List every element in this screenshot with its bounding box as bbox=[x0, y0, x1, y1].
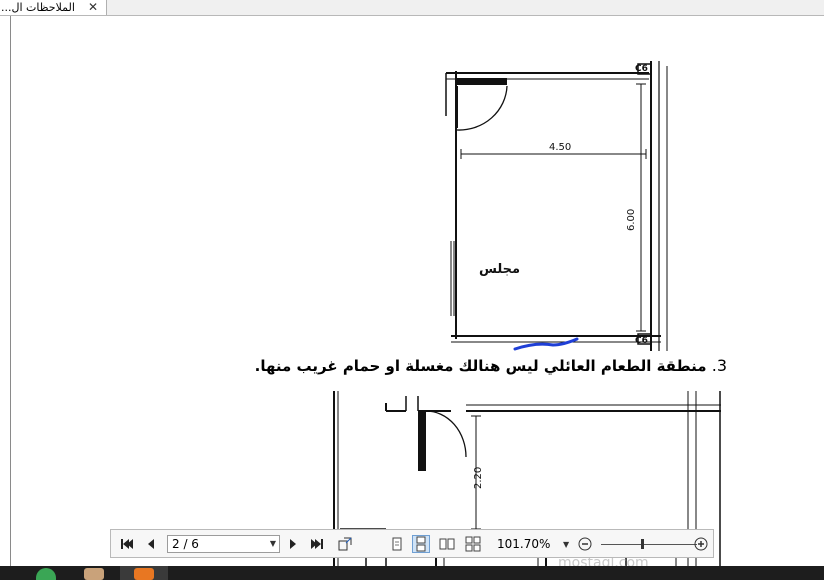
user-app-icon[interactable] bbox=[84, 568, 104, 580]
document-page: C6 C6 4.50 6.00 مجلس 3. منطقة الطعام الع… bbox=[11, 16, 824, 566]
two-page-icon[interactable] bbox=[439, 536, 455, 552]
page-number-select[interactable]: 2 / 6 ▼ bbox=[167, 535, 280, 553]
navigation-toolbar: 2 / 6 ▼ 101.70% ▼ bbox=[110, 529, 714, 558]
zoom-in-icon[interactable] bbox=[693, 536, 709, 552]
two-page-continuous-icon[interactable] bbox=[465, 536, 481, 552]
active-task-pdf-reader[interactable] bbox=[120, 566, 168, 580]
browser-icon[interactable] bbox=[36, 568, 56, 580]
continuous-page-icon[interactable] bbox=[412, 535, 430, 553]
taskbar bbox=[0, 566, 824, 580]
previous-page-icon[interactable] bbox=[143, 536, 159, 552]
page-indicator: 2 / 6 bbox=[172, 537, 199, 551]
blue-annotation-stroke bbox=[513, 337, 579, 351]
zoom-slider[interactable] bbox=[601, 544, 697, 545]
document-tab[interactable]: ...الملاحظات ال ✕ bbox=[0, 0, 107, 15]
last-page-icon[interactable] bbox=[309, 536, 325, 552]
chevron-down-icon[interactable]: ▼ bbox=[270, 536, 276, 552]
column-tag-top: C6 bbox=[635, 64, 648, 74]
pdf-reader-icon bbox=[134, 568, 154, 580]
zoom-slider-thumb[interactable] bbox=[641, 539, 644, 549]
dining-dimension: 2.20 bbox=[473, 467, 484, 489]
zoom-out-icon[interactable] bbox=[577, 536, 593, 552]
caption-text: منطقة الطعام العائلي ليس هنالك مغسلة او … bbox=[254, 357, 707, 375]
first-page-icon[interactable] bbox=[119, 536, 135, 552]
next-page-icon[interactable] bbox=[285, 536, 301, 552]
width-dimension: 4.50 bbox=[549, 142, 571, 153]
single-page-icon[interactable] bbox=[389, 536, 405, 552]
floor-plan-majlis: C6 C6 4.50 6.00 مجلس bbox=[445, 61, 668, 351]
caption-number: 3. bbox=[711, 356, 727, 375]
tab-bar: ...الملاحظات ال ✕ bbox=[0, 0, 824, 16]
zoom-level[interactable]: 101.70% bbox=[497, 536, 550, 552]
column-tag-bottom: C6 bbox=[635, 336, 648, 346]
left-pane-border bbox=[0, 16, 11, 566]
height-dimension: 6.00 bbox=[626, 209, 637, 231]
fit-page-icon[interactable] bbox=[337, 536, 353, 552]
zoom-dropdown-icon[interactable]: ▼ bbox=[563, 537, 569, 553]
close-icon[interactable]: ✕ bbox=[88, 0, 98, 15]
caption-item-3: 3. منطقة الطعام العائلي ليس هنالك مغسلة … bbox=[247, 356, 727, 375]
room-label: مجلس bbox=[479, 262, 520, 277]
tab-title: ...الملاحظات ال bbox=[1, 1, 75, 14]
